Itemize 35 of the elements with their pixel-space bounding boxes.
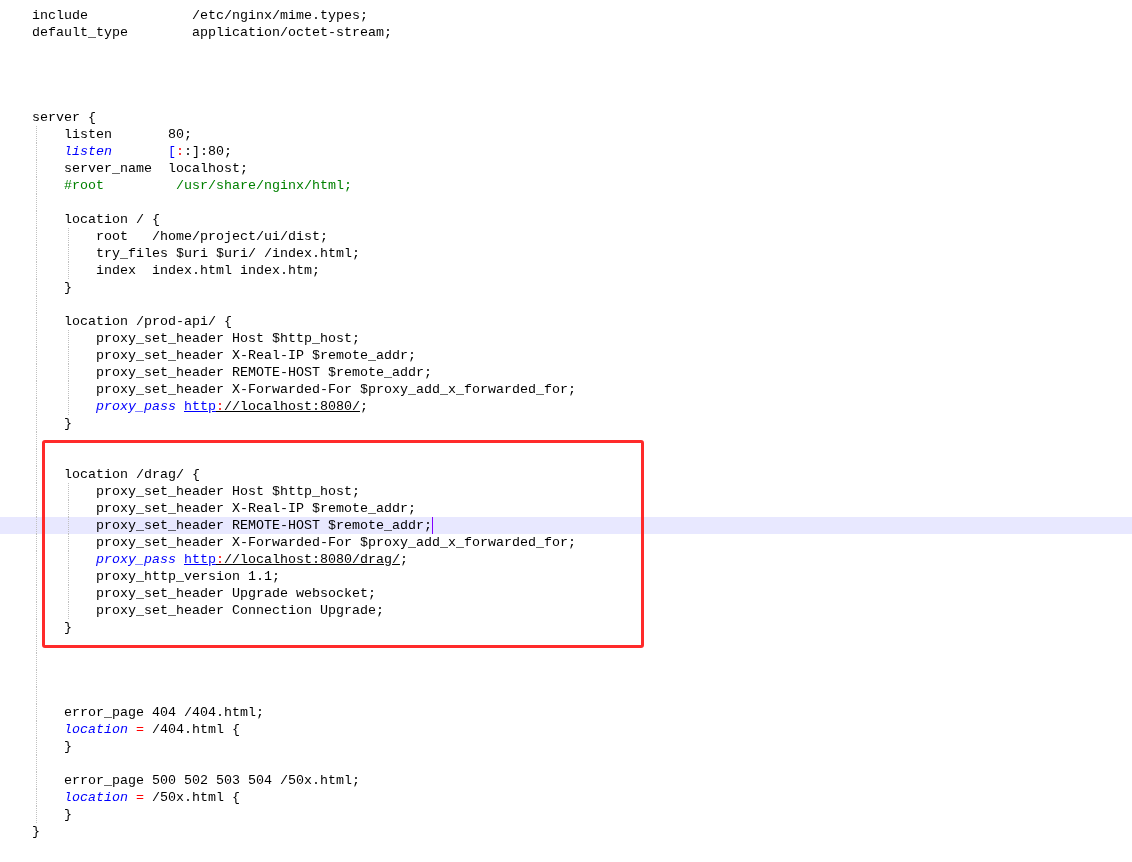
code-line: index index.html index.htm; bbox=[0, 262, 1132, 279]
code-line: default_type application/octet-stream; bbox=[31, 24, 393, 41]
code-line: proxy_set_header REMOTE-HOST $remote_addr; bbox=[0, 364, 1132, 381]
code-line: location /drag/ { bbox=[0, 466, 1132, 483]
code-line: error_page 500 502 503 504 /50x.html; bbox=[0, 772, 1132, 789]
code-line: listen 80; bbox=[0, 126, 1132, 143]
code-line: proxy_set_header X-Forwarded-For $proxy_add_x_forwarded_for; bbox=[0, 381, 1132, 398]
code-line: proxy_pass http://localhost:8080/drag/; bbox=[0, 551, 1132, 568]
code-line: } bbox=[0, 619, 1132, 636]
code-line: location /prod-api/ { bbox=[0, 313, 1132, 330]
code-line: } bbox=[0, 806, 1132, 823]
code-line: proxy_http_version 1.1; bbox=[0, 568, 1132, 585]
code-line: proxy_set_header X-Real-IP $remote_addr; bbox=[0, 347, 1132, 364]
code-line: proxy_set_header X-Forwarded-For $proxy_add_x_forwarded_for; bbox=[0, 534, 1132, 551]
code-line: proxy_set_header Upgrade websocket; bbox=[0, 585, 1132, 602]
code-line: server_name localhost; bbox=[0, 160, 1132, 177]
code-line: include /etc/nginx/mime.types; bbox=[31, 7, 369, 24]
code-line: location / { bbox=[0, 211, 1132, 228]
code-line: root /home/project/ui/dist; bbox=[0, 228, 1132, 245]
code-line: location = /404.html { bbox=[0, 721, 1132, 738]
code-line: proxy_set_header Host $http_host; bbox=[0, 483, 1132, 500]
code-line: proxy_pass http://localhost:8080/; bbox=[0, 398, 1132, 415]
code-line: } bbox=[31, 823, 41, 840]
code-line: } bbox=[0, 415, 1132, 432]
code-line: proxy_set_header X-Real-IP $remote_addr; bbox=[0, 500, 1132, 517]
code-line: } bbox=[0, 279, 1132, 296]
code-line: error_page 404 /404.html; bbox=[0, 704, 1132, 721]
code-line: proxy_set_header Connection Upgrade; bbox=[0, 602, 1132, 619]
code-line: listen [::]:80; bbox=[0, 143, 1132, 160]
code-line: #root /usr/share/nginx/html; bbox=[0, 177, 1132, 194]
code-line: proxy_set_header Host $http_host; bbox=[0, 330, 1132, 347]
code-line: location = /50x.html { bbox=[0, 789, 1132, 806]
code-line: try_files $uri $uri/ /index.html; bbox=[0, 245, 1132, 262]
code-line: } bbox=[0, 738, 1132, 755]
code-line: server { bbox=[31, 109, 97, 126]
